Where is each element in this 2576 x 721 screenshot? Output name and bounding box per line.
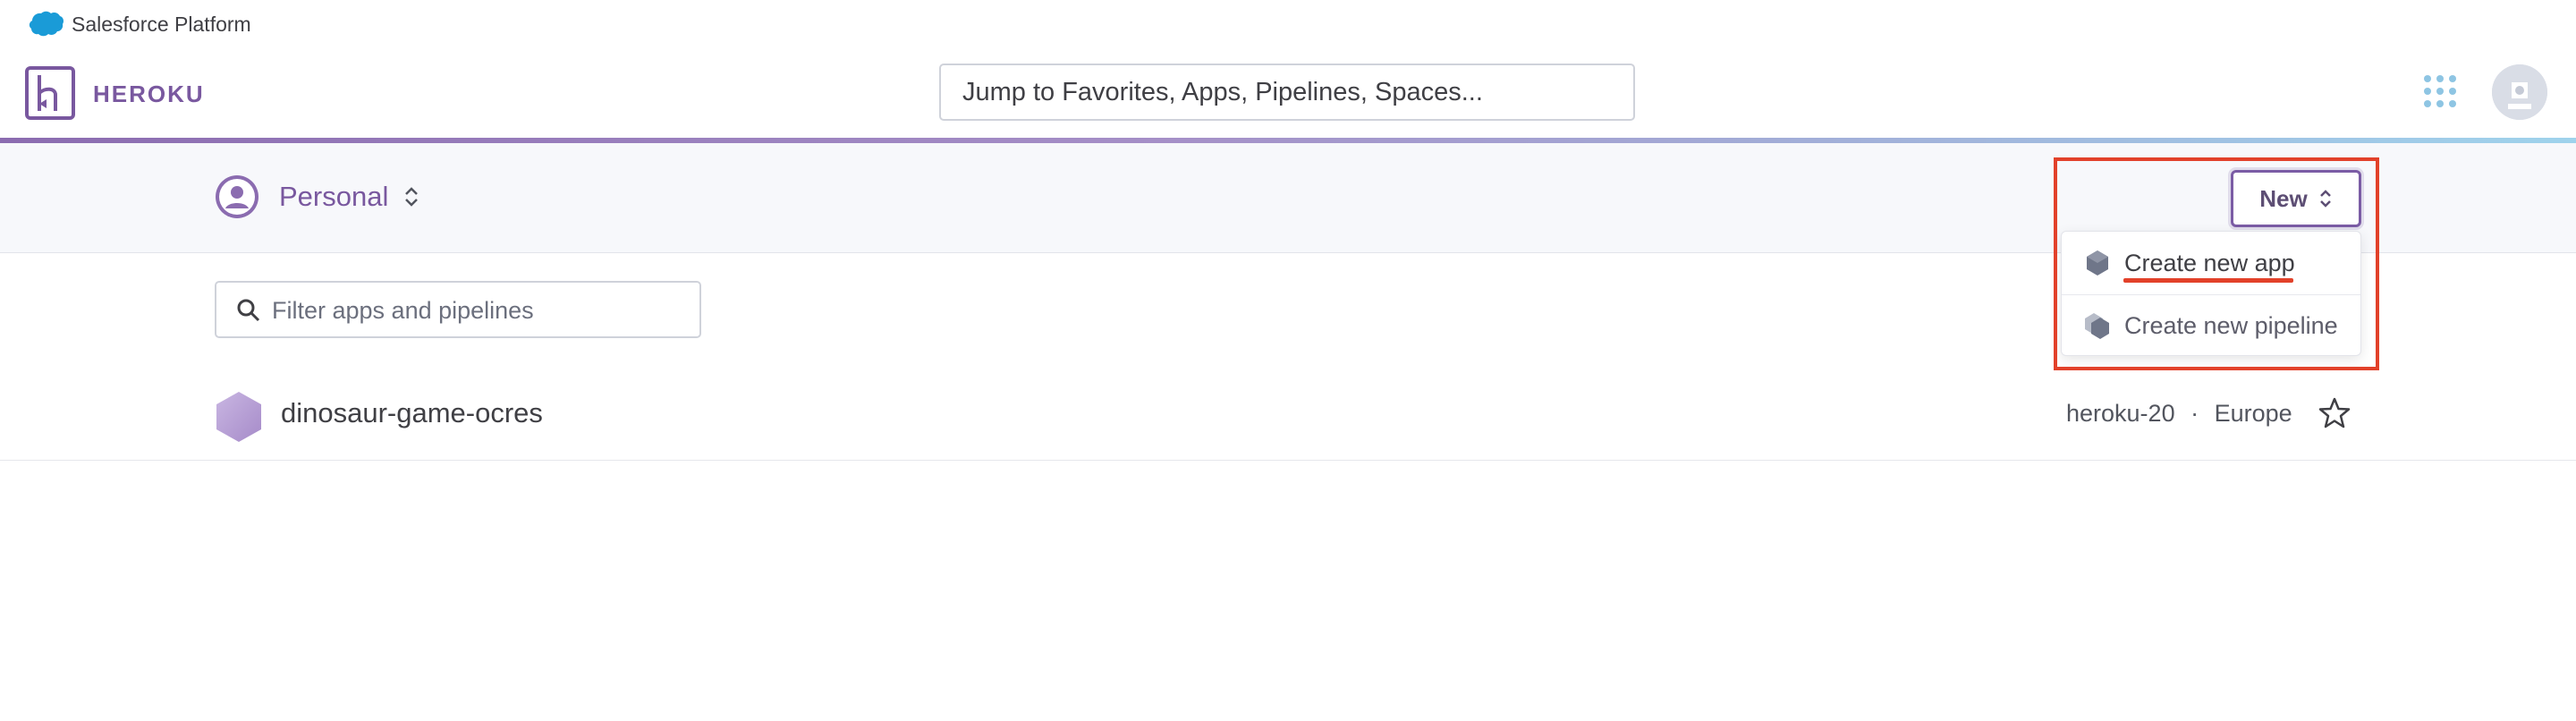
new-button[interactable]: New	[2231, 170, 2361, 227]
menu-item-create-new-app[interactable]: Create new app	[2062, 232, 2360, 295]
app-name[interactable]: dinosaur-game-ocres	[281, 395, 543, 431]
app-region: Europe	[2214, 400, 2292, 427]
chevron-up-down-icon	[2319, 190, 2331, 208]
new-dropdown-menu: Create new app Create new pipeline	[2061, 231, 2361, 356]
app-list-row[interactable]: dinosaur-game-ocres heroku-20 · Europe	[0, 377, 2576, 461]
salesforce-platform-bar: Salesforce Platform	[0, 0, 2576, 49]
new-button-label: New	[2259, 184, 2308, 212]
chevron-up-down-icon	[405, 187, 419, 207]
app-hexagon-icon	[2087, 250, 2108, 276]
app-stack: heroku-20	[2066, 400, 2175, 427]
menu-item-label: Create new app	[2124, 249, 2295, 276]
favorite-star-icon[interactable]	[2317, 395, 2352, 431]
global-search-input[interactable]	[939, 64, 1635, 121]
salesforce-cloud-icon	[29, 11, 64, 37]
search-icon	[237, 299, 260, 322]
pipeline-hexagons-icon	[2085, 313, 2109, 339]
menu-item-label: Create new pipeline	[2124, 311, 2338, 339]
heroku-logo-icon[interactable]	[25, 66, 75, 120]
app-hexagon-icon	[216, 392, 261, 442]
salesforce-platform-title: Salesforce Platform	[72, 13, 251, 36]
apps-grid-icon[interactable]	[2422, 73, 2458, 109]
team-switcher-label: Personal	[279, 181, 389, 212]
filter-apps-input[interactable]	[270, 283, 694, 338]
heroku-wordmark[interactable]: HEROKU	[93, 81, 205, 107]
app-meta: heroku-20 · Europe	[2066, 397, 2292, 429]
filter-field[interactable]	[215, 281, 701, 338]
team-switcher[interactable]: Personal	[215, 172, 420, 222]
user-avatar[interactable]	[2492, 64, 2547, 120]
personal-user-icon	[216, 175, 258, 218]
meta-separator: ·	[2190, 400, 2199, 427]
user-avatar-icon	[2492, 64, 2547, 120]
annotation-underline	[2123, 278, 2293, 283]
heroku-header: HEROKU	[0, 48, 2576, 138]
menu-item-create-new-pipeline[interactable]: Create new pipeline	[2062, 294, 2360, 357]
